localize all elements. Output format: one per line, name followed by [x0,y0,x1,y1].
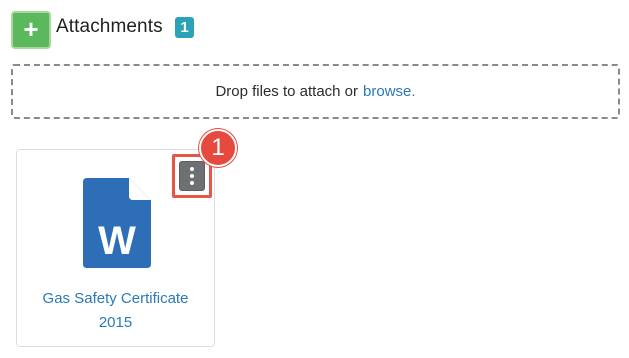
attachment-file-name-link[interactable]: Gas Safety Certificate 2015 [17,287,214,335]
file-name-line-2: 2015 [98,314,133,331]
step-number-marker: 1 [199,129,237,167]
browse-link[interactable]: browse. [363,83,416,100]
section-title: Attachments [56,16,163,37]
plus-icon: + [23,14,39,44]
word-icon-letter: W [98,219,136,263]
kebab-menu-icon[interactable] [179,161,205,191]
kebab-dot [190,167,194,171]
file-name-line-1: Gas Safety Certificate [42,290,189,307]
drop-zone-text: Drop files to attach or [215,83,359,100]
attachment-count-badge: 1 [175,17,194,38]
add-attachment-button[interactable]: + [11,11,51,49]
attachments-panel: + Attachments 1 Drop files to attach or … [0,0,629,358]
word-document-icon: W [83,178,151,268]
file-drop-zone[interactable]: Drop files to attach or browse. [11,64,620,119]
kebab-dot [190,174,194,178]
kebab-dot [190,181,194,185]
